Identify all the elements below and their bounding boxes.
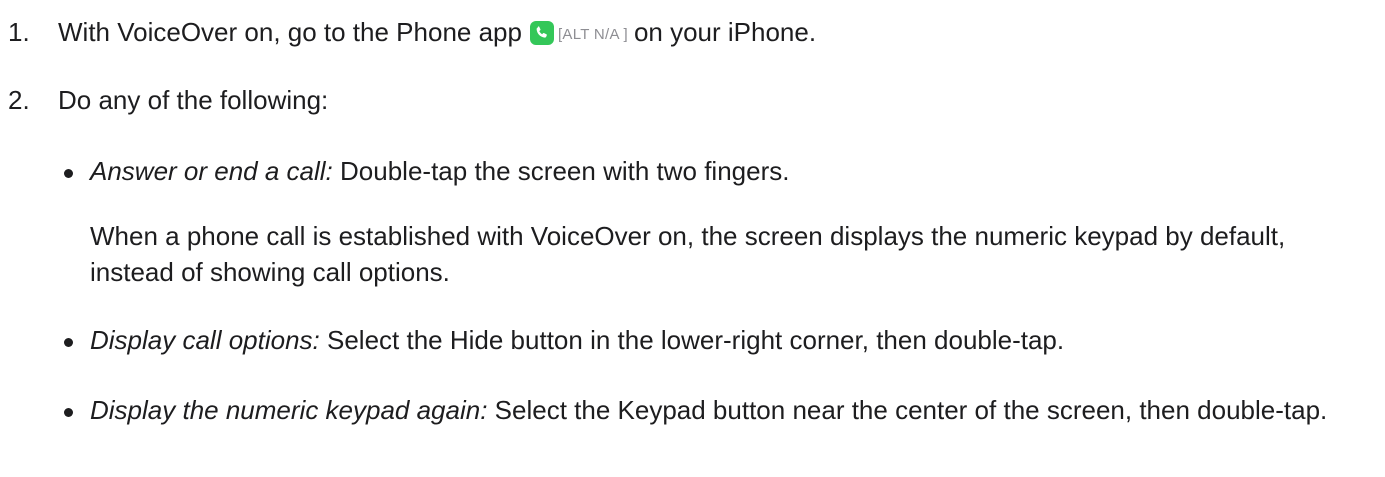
phone-app-icon [529,21,554,45]
step-number: 2. [8,85,30,115]
bullet-dot [64,408,73,417]
step-text: With VoiceOver on, go to the Phone app [A… [58,14,816,53]
bullet-dot [64,338,73,347]
bullet-term: Display call options: [90,325,320,355]
step-text: Do any of the following: [58,85,329,115]
step-number: 1. [8,17,30,47]
bullet-description: Double-tap the screen with two fingers. [332,156,790,186]
bullet-term: Display the numeric keypad again: [90,395,488,425]
bullet-text: Answer or end a call: Double-tap the scr… [90,153,789,189]
bullet-description: Select the Hide button in the lower-righ… [319,325,1065,355]
bullet-text: Display the numeric keypad again: Select… [90,392,1370,428]
phone-icon-alt-text: [ALT N/A ] [557,26,628,43]
bullet-term: Answer or end a call: [90,156,333,186]
step-text-after: on your iPhone. [633,17,817,47]
bullet-description: Select the Keypad button near the center… [487,395,1328,425]
step-text-before: With VoiceOver on, go to the Phone app [58,17,522,47]
bullet-text: Display call options: Select the Hide bu… [90,322,1064,358]
bullet-note: When a phone call is established with Vo… [90,221,1286,287]
bullet-dot [64,169,73,178]
